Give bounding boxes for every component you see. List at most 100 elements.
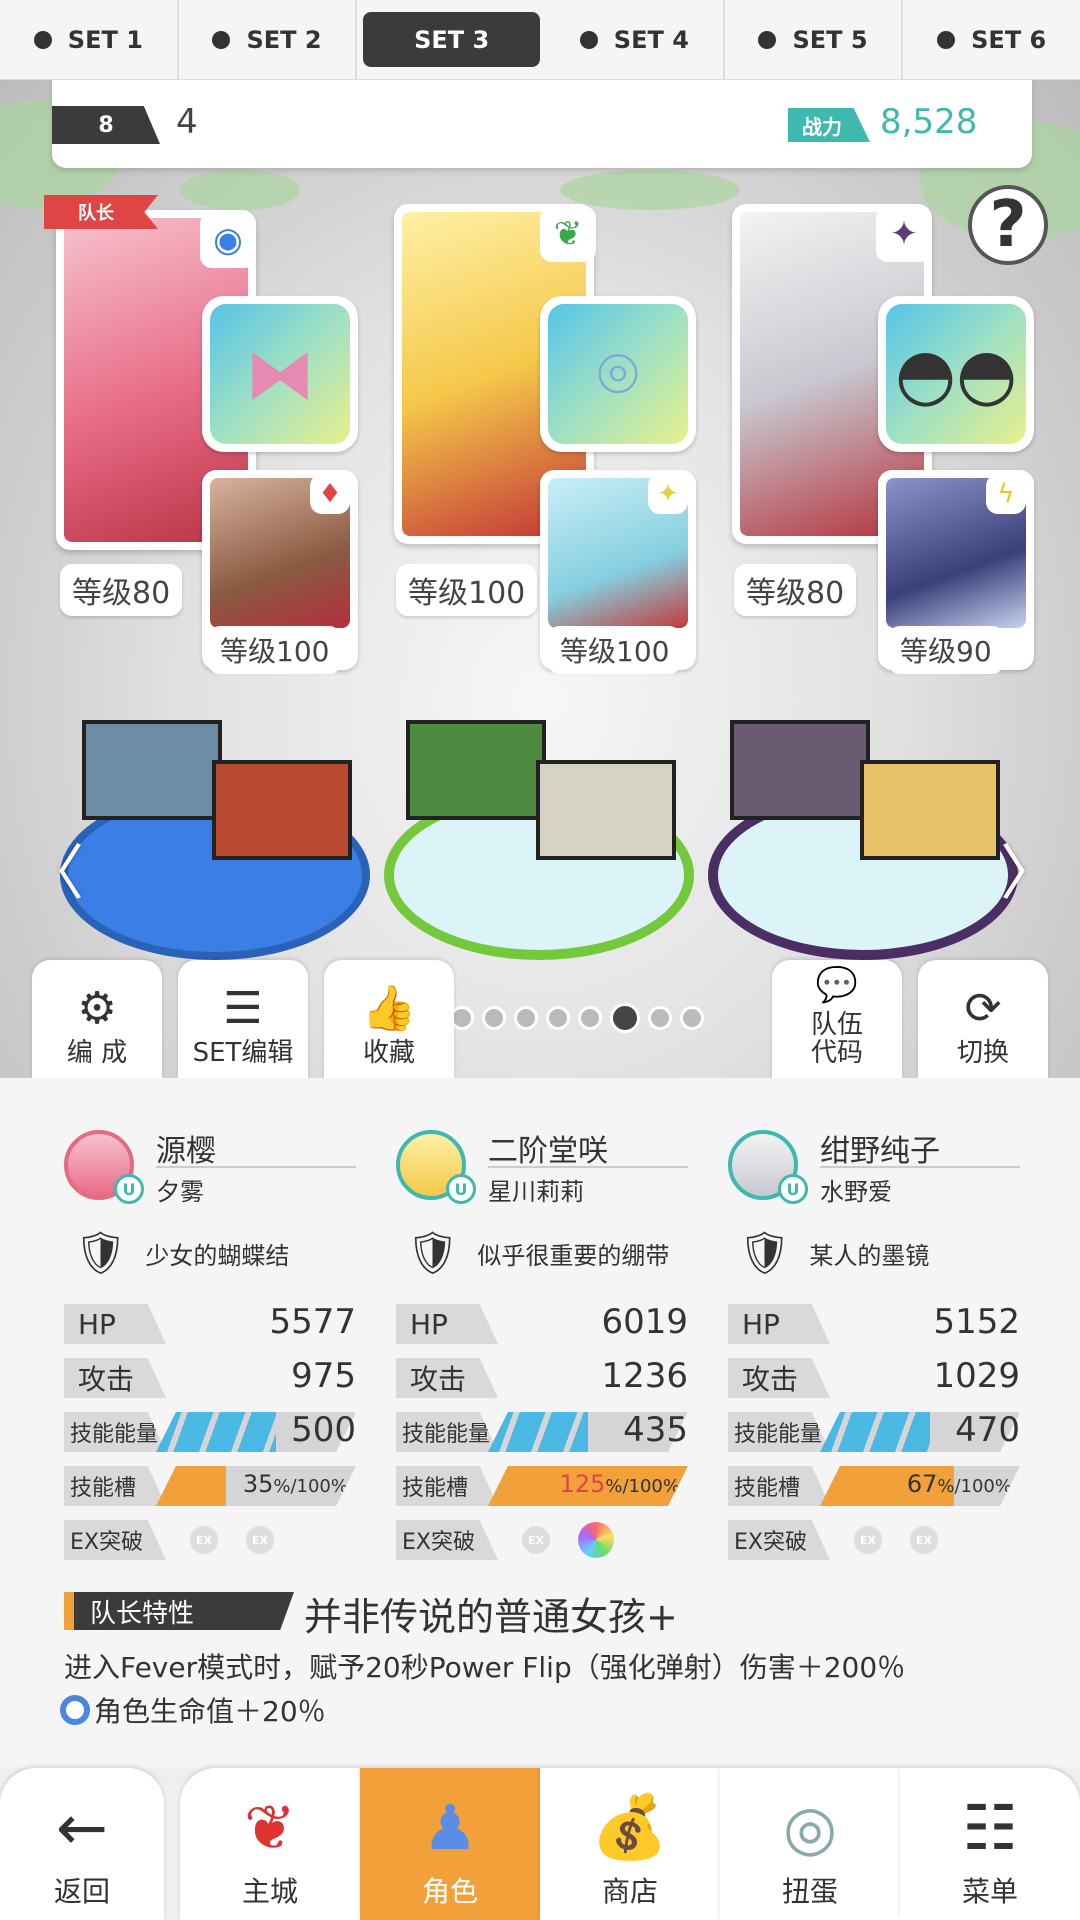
skill-energy-value: 470	[955, 1410, 1020, 1450]
set-tab-label: SET 1	[67, 25, 143, 54]
pedestal-block	[82, 720, 222, 820]
skill-energy-label: 技能能量	[728, 1412, 830, 1452]
nav-label: 角色	[421, 1875, 478, 1908]
equipped-item[interactable]: 🛡 少女的蝴蝶结	[74, 1228, 289, 1278]
page-dot[interactable]	[514, 1006, 538, 1030]
divider	[820, 1166, 1020, 1168]
page-dot[interactable]	[482, 1006, 506, 1030]
team-number: 8	[52, 106, 160, 144]
arrow-right-icon[interactable]: 〉	[1000, 825, 1060, 912]
set-tab-1[interactable]: SET 1	[0, 0, 179, 79]
voice-u-icon: U	[114, 1174, 144, 1204]
team-code-button[interactable]: 💬 队伍 代码	[772, 960, 902, 1078]
ex-rainbow-icon	[578, 1522, 614, 1558]
formation-label: 编 成	[66, 1038, 128, 1069]
arrow-left-icon: ←	[56, 1791, 108, 1864]
level-label: 等级80	[734, 564, 857, 616]
menu-list-icon: ☷	[962, 1791, 1018, 1864]
nav-shop[interactable]: 💰 商店	[540, 1768, 720, 1920]
set-tab-2[interactable]: SET 2	[179, 0, 358, 79]
hp-value: 5152	[933, 1302, 1020, 1342]
skill-gauge-value: 35	[242, 1470, 274, 1498]
set-tab-6[interactable]: SET 6	[903, 0, 1080, 79]
set-tab-3[interactable]: SET 3	[363, 12, 541, 67]
item-name: 少女的蝴蝶结	[145, 1241, 290, 1270]
skill-gauge-text: 125%/100%	[560, 1470, 680, 1498]
level-label: 等级100	[396, 564, 538, 616]
skill-energy-fill	[820, 1412, 930, 1452]
accessory-slot-3[interactable]: ◓◓	[878, 296, 1034, 452]
nav-back[interactable]: ← 返回	[0, 1768, 164, 1920]
shop-bag-icon: 💰	[591, 1790, 669, 1863]
leader-skill-name: 并非传说的普通女孩+	[304, 1595, 678, 1639]
ring-attribute-icon	[60, 1695, 90, 1725]
accessory-slot-1[interactable]: ⧓	[202, 296, 358, 452]
set-edit-button[interactable]: ☰ SET编辑	[178, 960, 308, 1078]
home-castle-icon: ❦	[244, 1791, 296, 1864]
character-name: 绀野纯子	[820, 1134, 940, 1169]
set-tab-label: SET 3	[414, 25, 490, 54]
set-tab-5[interactable]: SET 5	[725, 0, 904, 79]
level-label: 等级100	[548, 626, 682, 674]
voice-actor: 星川莉莉	[488, 1178, 584, 1206]
hp-stat: HP 6019	[396, 1302, 688, 1344]
team-count: 4	[176, 102, 198, 142]
skill-gauge-text: 35%/100%	[243, 1470, 348, 1498]
arrow-left-icon[interactable]: 〈	[24, 825, 84, 912]
skill-energy-fill	[488, 1412, 588, 1452]
hp-label: HP	[728, 1304, 830, 1344]
nav-characters[interactable]: ♟ 角色	[360, 1768, 540, 1920]
hp-label: HP	[396, 1304, 498, 1344]
formation-button[interactable]: ⚙ 编 成	[32, 960, 162, 1078]
background-foliage	[180, 170, 300, 210]
page-dot[interactable]	[578, 1006, 602, 1030]
leader-skill-bonus-text: 角色生命值＋20％	[94, 1695, 326, 1728]
help-button[interactable]: ?	[968, 185, 1048, 265]
dot-icon	[212, 30, 231, 49]
pedestal-block	[730, 720, 870, 820]
switch-button[interactable]: ⟳ 切换	[918, 960, 1048, 1078]
accessory-icon: 🛡	[738, 1228, 792, 1277]
character-stats-2: U 二阶堂咲 星川莉莉 🛡 似乎很重要的绷带 HP 6019 攻击 1236 技能能量…	[396, 1118, 696, 1568]
dot-icon	[937, 30, 956, 49]
gear-search-icon: ⚙	[77, 983, 117, 1035]
skill-energy-stat: 技能能量 435	[396, 1410, 688, 1452]
nav-menu[interactable]: ☷ 菜单	[900, 1768, 1080, 1920]
nav-home[interactable]: ❦ 主城	[180, 1768, 360, 1920]
character-icon: ♟	[422, 1791, 478, 1864]
hp-stat: HP 5152	[728, 1302, 1020, 1344]
page-dot[interactable]	[546, 1006, 570, 1030]
set-tab-4[interactable]: SET 4	[546, 0, 725, 79]
thumbs-up-icon: 👍	[361, 983, 417, 1035]
voice-u-icon: U	[778, 1174, 808, 1204]
bottom-nav: ← 返回 ❦ 主城 ♟ 角色 💰 商店 ◎ 扭蛋 ☷ 菜单	[0, 1768, 1080, 1920]
divider	[156, 1166, 356, 1168]
nav-gacha[interactable]: ◎ 扭蛋	[720, 1768, 900, 1920]
ex-icon: EX	[522, 1526, 550, 1554]
accessory-icon: 🛡	[74, 1228, 128, 1277]
hp-label: HP	[64, 1304, 166, 1344]
page-dot[interactable]	[648, 1006, 672, 1030]
accessory-slot-2[interactable]: ⌾	[540, 296, 696, 452]
favorite-button[interactable]: 👍 收藏	[324, 960, 454, 1078]
leader-skill-bonus: 角色生命值＋20％	[60, 1690, 326, 1730]
page-dot[interactable]	[680, 1006, 704, 1030]
character-stats-3: U 绀野纯子 水野爱 🛡 某人的墨镜 HP 5152 攻击 1029 技能能量 470 …	[728, 1118, 1028, 1568]
ex-break-stat: EX突破 EX EX	[728, 1520, 1020, 1560]
leader-skill-label: 队长特性	[64, 1592, 294, 1630]
attribute-blue-icon: ◉	[200, 212, 256, 268]
voice-u-icon: U	[446, 1174, 476, 1204]
favorite-label: 收藏	[362, 1038, 415, 1069]
equipped-item[interactable]: 🛡 似乎很重要的绷带	[406, 1228, 669, 1278]
ex-icon: EX	[190, 1526, 218, 1554]
hp-value: 6019	[601, 1302, 688, 1342]
page-dot-active[interactable]	[610, 1003, 640, 1033]
skill-energy-value: 500	[291, 1410, 356, 1450]
switch-label: 切换	[956, 1038, 1009, 1069]
bandage-accessory-icon: ⌾	[548, 304, 688, 444]
divider	[488, 1166, 688, 1168]
attack-label: 攻击	[64, 1358, 166, 1398]
chat-icon: 💬	[815, 965, 859, 1006]
equipped-item[interactable]: 🛡 某人的墨镜	[738, 1228, 929, 1278]
skill-gauge-unit: %/100%	[937, 1476, 1012, 1497]
